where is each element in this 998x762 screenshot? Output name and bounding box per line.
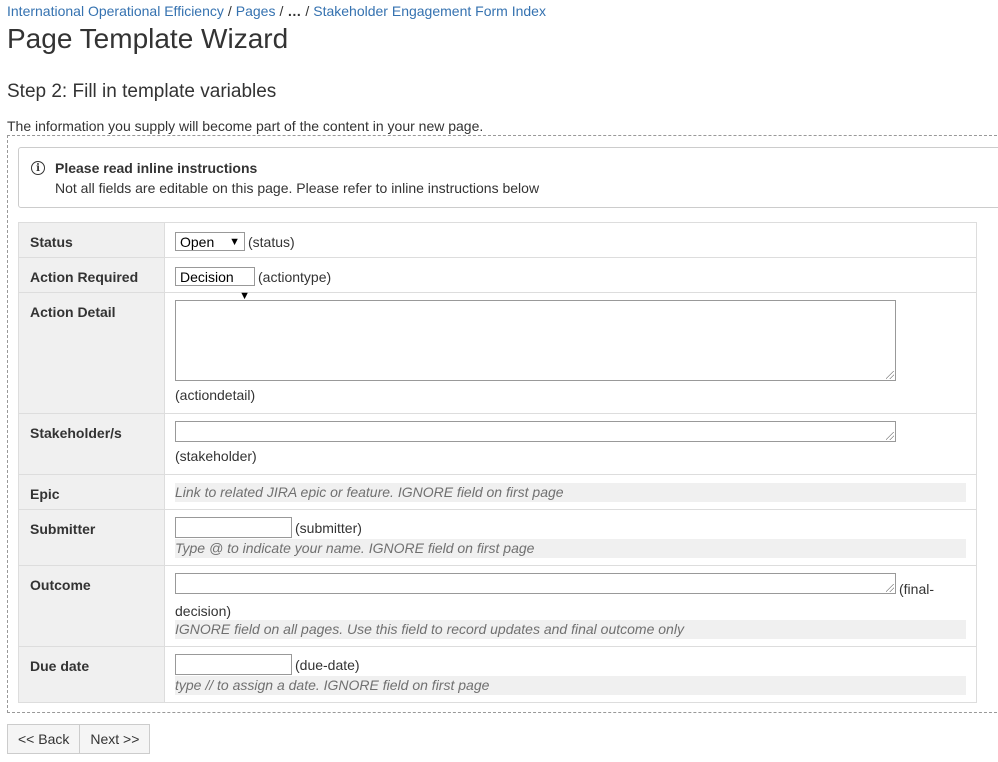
submitter-cell: (submitter) Type @ to indicate your name… <box>164 509 977 566</box>
info-panel-title: Please read inline instructions <box>55 160 258 176</box>
action-detail-textarea[interactable] <box>175 300 896 381</box>
breadcrumb-ellipsis[interactable]: … <box>287 3 301 19</box>
table-row: Stakeholder/s (stakeholder) <box>18 413 977 475</box>
table-row: Epic Link to related JIRA epic or featur… <box>18 474 977 510</box>
table-row: Outcome (final- decision) IGNORE field o… <box>18 565 977 647</box>
status-variable: (status) <box>248 233 295 250</box>
action-required-cell: Decision ▼ (actiontype) <box>164 257 977 302</box>
step-title: Step 2: Fill in template variables <box>7 81 277 102</box>
table-row: Status Open ▼ (status) <box>18 222 977 258</box>
epic-instruction: Link to related JIRA epic or feature. IG… <box>175 483 966 502</box>
wizard-navigation: << Back Next >> <box>7 724 151 754</box>
template-variables-table: Status Open ▼ (status) Action Required Dec… <box>18 222 977 703</box>
breadcrumb-link-parent-page[interactable]: Stakeholder Engagement Form Index <box>313 3 546 19</box>
next-button[interactable]: Next >> <box>80 724 151 754</box>
status-select[interactable]: Open ▼ <box>175 232 245 251</box>
final-decision-variable-cont: decision) <box>175 603 232 619</box>
info-icon: i <box>31 161 45 175</box>
actiondetail-variable: (actiondetail) <box>175 387 256 403</box>
action-required-label: Action Required <box>18 257 165 293</box>
info-panel: i Please read inline instructions Not al… <box>18 147 998 208</box>
due-date-input[interactable] <box>175 654 292 675</box>
table-row: Due date (due-date) type // to assign a … <box>18 646 977 703</box>
table-row: Submitter (submitter) Type @ to indicate… <box>18 509 977 566</box>
due-date-cell: (due-date) type // to assign a date. IGN… <box>164 646 977 703</box>
breadcrumb: International Operational Efficiency / Pag… <box>7 3 546 19</box>
dropdown-arrow-icon: ▼ <box>229 236 240 248</box>
action-required-select-value: Decision <box>180 269 234 285</box>
status-label: Status <box>18 222 165 258</box>
submitter-instruction: Type @ to indicate your name. IGNORE fie… <box>175 539 966 558</box>
epic-label: Epic <box>18 474 165 510</box>
table-row: Action Required Decision ▼ (actiontype) <box>18 257 977 302</box>
epic-cell: Link to related JIRA epic or feature. IG… <box>164 474 977 510</box>
action-detail-label: Action Detail <box>18 292 165 414</box>
actiontype-variable: (actiontype) <box>258 268 332 285</box>
resize-grip-icon[interactable] <box>886 432 894 440</box>
stakeholder-textarea[interactable] <box>175 421 896 442</box>
breadcrumb-separator: / <box>279 3 284 19</box>
outcome-label: Outcome <box>18 565 165 647</box>
breadcrumb-separator: / <box>227 3 232 19</box>
outcome-cell: (final- decision) IGNORE field on all pa… <box>164 565 977 647</box>
back-button[interactable]: << Back <box>7 724 81 754</box>
resize-grip-icon[interactable] <box>886 371 894 379</box>
page-title: Page Template Wizard <box>7 23 289 54</box>
submitter-input[interactable] <box>175 517 292 538</box>
breadcrumb-link-pages[interactable]: Pages <box>236 3 276 19</box>
due-date-variable: (due-date) <box>295 656 360 673</box>
stakeholder-variable: (stakeholder) <box>175 448 257 464</box>
status-select-value: Open <box>180 234 215 250</box>
due-date-label: Due date <box>18 646 165 703</box>
final-decision-variable: (final- <box>899 581 935 597</box>
outcome-instruction: IGNORE field on all pages. Use this fiel… <box>175 620 966 639</box>
stakeholder-cell: (stakeholder) <box>164 413 977 475</box>
action-detail-cell: (actiondetail) <box>164 292 977 414</box>
outcome-textarea[interactable] <box>175 573 896 594</box>
breadcrumb-link-space[interactable]: International Operational Efficiency <box>7 3 224 19</box>
breadcrumb-separator: / <box>305 3 310 19</box>
table-row: Action Detail (actiondetail) <box>18 292 977 414</box>
action-required-select[interactable]: Decision ▼ <box>175 267 255 302</box>
info-panel-body: Not all fields are editable on this page… <box>55 180 540 196</box>
submitter-variable: (submitter) <box>295 519 362 536</box>
due-date-instruction: type // to assign a date. IGNORE field o… <box>175 676 966 695</box>
stakeholder-label: Stakeholder/s <box>18 413 165 475</box>
status-cell: Open ▼ (status) <box>164 222 977 258</box>
intro-text: The information you supply will become p… <box>7 118 484 134</box>
resize-grip-icon[interactable] <box>886 584 894 592</box>
submitter-label: Submitter <box>18 509 165 566</box>
